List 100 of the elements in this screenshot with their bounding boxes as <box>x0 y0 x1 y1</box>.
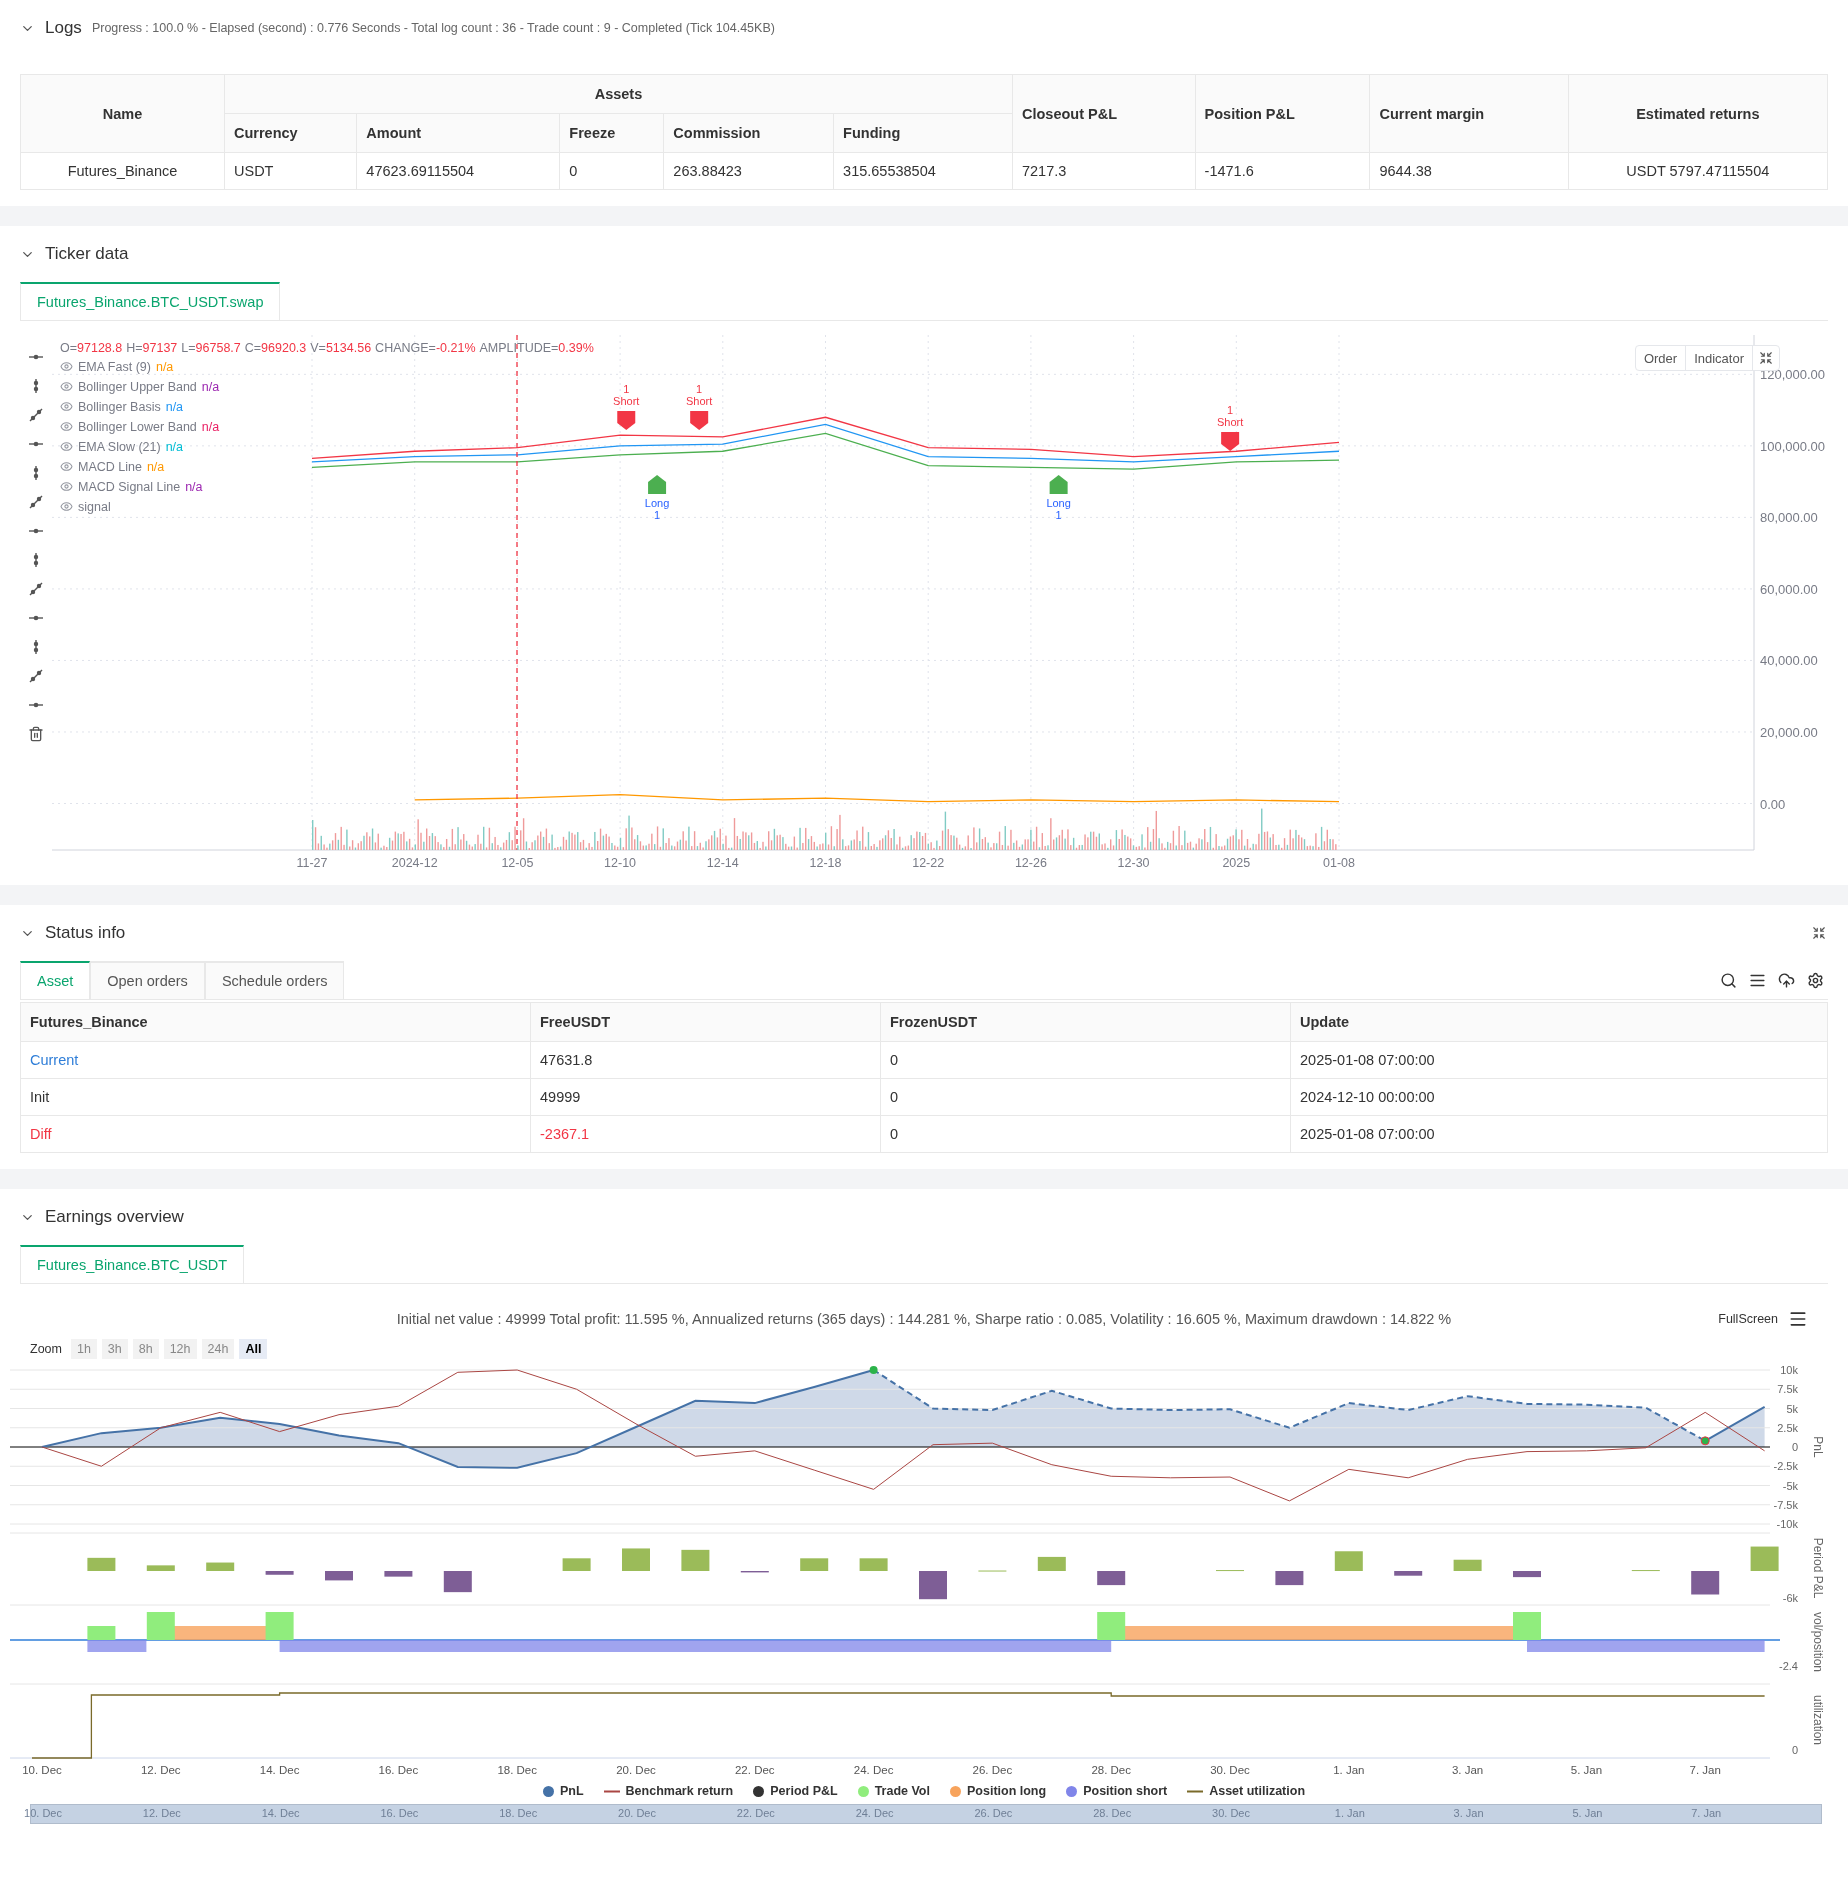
table-cell: -2367.1 <box>530 1115 881 1153</box>
axis-tick-label: -5k <box>1782 1479 1798 1492</box>
eye-icon[interactable] <box>60 480 73 493</box>
column-header: Closeout P&L <box>1012 74 1196 153</box>
drawing-tool-icon[interactable] <box>28 668 44 684</box>
table-cell: Current <box>20 1041 531 1079</box>
drawing-tool-icon[interactable] <box>28 407 44 423</box>
search-icon[interactable] <box>1720 971 1737 989</box>
column-header: Position P&L <box>1195 74 1370 153</box>
indicator-name: MACD Signal Line <box>78 479 181 494</box>
axis-tick-label: 7.5k <box>1777 1383 1798 1396</box>
table-cell: 0 <box>880 1078 1291 1116</box>
fullscreen-link[interactable]: FullScreen <box>1718 1302 1778 1336</box>
picture-utilization-axis: 0 utilization <box>1791 1695 1825 1756</box>
table-cell: 49999 <box>530 1078 881 1116</box>
eye-icon[interactable] <box>60 420 73 433</box>
tab[interactable]: Schedule orders <box>204 961 345 999</box>
picture-position-axis: -2.4 vol/position <box>1779 1612 1825 1672</box>
axis-tick-label: 18. Dec <box>497 1764 537 1776</box>
legend-item[interactable]: Asset utilization <box>1187 1784 1306 1798</box>
fullscreen-icon[interactable] <box>1759 351 1773 365</box>
signal-label: Short <box>686 395 713 407</box>
peak-dot <box>869 1366 878 1374</box>
indicator-name: Bollinger Upper Band <box>78 379 197 394</box>
axis-tick-label: 20,000.00 <box>1760 725 1818 740</box>
axis-tick-label: -7.5k <box>1773 1498 1798 1511</box>
legend-item[interactable]: Benchmark return <box>603 1784 734 1798</box>
indicator-name: signal <box>78 499 111 514</box>
axis-tick-label: 16. Dec <box>378 1764 419 1776</box>
trash-icon[interactable] <box>28 726 44 742</box>
legend-item[interactable]: Period P&L <box>753 1784 838 1798</box>
legend-item[interactable]: PnL <box>542 1784 584 1798</box>
table-cell: USDT <box>224 152 357 190</box>
axis-tick-label: 12-05 <box>501 856 534 870</box>
short-marker-icon <box>690 411 709 430</box>
table-cell: USDT 5797.47115504 <box>1568 152 1828 190</box>
indicator-value: n/a <box>201 379 220 394</box>
axis-tick-label: 7. Jan <box>1689 1764 1721 1776</box>
legend-item[interactable]: Trade Vol <box>857 1784 930 1798</box>
eye-icon[interactable] <box>60 460 73 473</box>
table-cell: Futures_Binance <box>20 152 225 190</box>
menu-icon[interactable] <box>1788 1309 1808 1329</box>
legend-item[interactable]: Position short <box>1066 1784 1168 1798</box>
navigator-label: 30. Dec <box>1212 1807 1250 1819</box>
column-header: Assets <box>224 74 1013 114</box>
axis-tick-label: 1. Jan <box>1333 1764 1365 1776</box>
axis-tick-label: 12-10 <box>604 856 637 870</box>
column-header: FreeUSDT <box>530 1002 881 1042</box>
drawing-tool-icon[interactable] <box>28 494 44 510</box>
axis-tick-label: 24. Dec <box>853 1764 894 1776</box>
eye-icon[interactable] <box>60 500 73 513</box>
zoom-option[interactable]: All <box>239 1339 268 1359</box>
indicator-value: n/a <box>165 399 184 414</box>
signal-count: 1 <box>1227 404 1234 416</box>
ohlc-value: CHANGE=-0.21% <box>375 341 476 355</box>
short-marker-icon <box>617 411 636 430</box>
axis-tick-label: 2025 <box>1222 856 1251 870</box>
axis-tick-label: -10k <box>1776 1518 1798 1530</box>
signal-count: 1 <box>654 509 661 521</box>
axis-tick-label: 12-22 <box>912 856 945 870</box>
table-cell: 0 <box>880 1115 1291 1153</box>
column-header: Amount <box>356 113 560 153</box>
legend-item[interactable]: Position long <box>950 1784 1047 1798</box>
tab[interactable]: Open orders <box>90 961 205 999</box>
fullscreen-icon[interactable] <box>1812 926 1826 940</box>
toolbar-button[interactable]: Indicator <box>1686 346 1753 370</box>
settings-icon[interactable] <box>1807 971 1824 989</box>
axis-tick-label: 3. Jan <box>1451 1764 1484 1776</box>
eye-icon[interactable] <box>60 400 73 413</box>
navigator-label: 16. Dec <box>380 1807 419 1819</box>
signal-label: Short <box>613 395 640 407</box>
table-cell: 2025-01-08 07:00:00 <box>1290 1041 1828 1079</box>
eye-icon[interactable] <box>60 360 73 373</box>
ohlc-value: AMPLITUDE=0.39% <box>479 341 594 355</box>
navigator-label: 28. Dec <box>1093 1807 1132 1819</box>
drawing-tool-icon[interactable] <box>28 581 44 597</box>
axis-tick-label: 10. Dec <box>22 1764 62 1776</box>
column-header: Funding <box>833 113 1013 153</box>
column-header: Name <box>20 74 225 153</box>
axis-tick-label: 100,000.00 <box>1760 438 1826 454</box>
eye-icon[interactable] <box>60 380 73 393</box>
signal-count: 1 <box>623 383 630 395</box>
axis-tick-label: 30. Dec <box>1210 1764 1250 1776</box>
table-cell: 9644.38 <box>1370 152 1569 190</box>
toolbar-button[interactable]: Order <box>1635 346 1687 370</box>
navigator-label: 3. Jan <box>1453 1807 1484 1819</box>
picture-period-axis: -6k Period P&L <box>1782 1537 1825 1604</box>
section-title: Status info <box>45 923 126 943</box>
axis-tick-label: 01-08 <box>1323 856 1355 870</box>
axis-tick-label: 5. Jan <box>1570 1764 1603 1776</box>
eye-icon[interactable] <box>60 440 73 453</box>
column-header: Estimated returns <box>1568 74 1828 153</box>
axis-tick-label: 120,000.00 <box>1760 367 1826 383</box>
navigator-label: 1. Jan <box>1334 1807 1365 1819</box>
cloud-upload-icon[interactable] <box>1778 971 1795 989</box>
table-cell: 2024-12-10 00:00:00 <box>1290 1078 1828 1116</box>
long-marker-icon <box>1049 475 1068 494</box>
navigator-label: 7. Jan <box>1691 1807 1722 1819</box>
signal-label: Short <box>1217 416 1244 428</box>
navigator-label: 12. Dec <box>142 1807 181 1819</box>
